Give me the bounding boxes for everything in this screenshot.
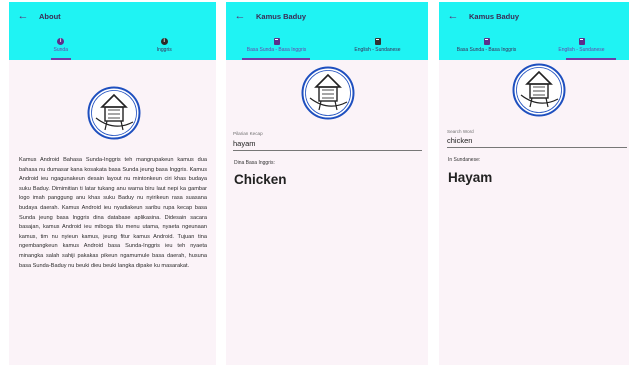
tab-english-sundanese[interactable]: English - Sundanese [327,30,428,60]
tab-label: Sunda [53,46,68,53]
back-arrow-icon[interactable]: ← [11,10,35,22]
back-arrow-icon[interactable]: ← [228,10,252,22]
sunda-english-screen: ← Kamus Baduy Basa Sunda - Basa Inggris … [226,2,428,365]
search-input-label: Search Word [447,129,474,134]
about-screen: ← About i Sunda i Inggris Kamus Android … [9,2,216,365]
tab-english-sundanese[interactable]: English - Sundanese [534,30,629,60]
book-icon [483,37,490,45]
tab-label: English - Sundanese [354,46,401,53]
app-bar-title: Kamus Baduy [469,11,520,21]
app-bar-title: Kamus Baduy [256,11,307,21]
tab-bar: Basa Sunda - Basa Inggris English - Sund… [226,30,428,60]
input-underline [447,147,627,148]
app-bar: ← About i Sunda i Inggris [9,2,216,60]
tab-label: English - Sundanese [558,46,605,53]
kamus-baduy-logo [301,66,355,120]
tab-sunda[interactable]: i Sunda [9,30,113,60]
tab-inggris[interactable]: i Inggris [113,30,217,60]
result-label: Dina Basa Inggris: [234,160,275,166]
search-input[interactable]: hayam [233,139,256,148]
app-bar: ← Kamus Baduy Basa Sunda - Basa Inggris … [439,2,629,60]
about-description: Kamus Android Bahasa Sunda-Inggris teh m… [19,157,207,269]
book-icon [273,37,280,45]
result-value: Hayam [448,170,493,185]
kamus-baduy-logo [512,63,566,117]
book-icon [374,37,381,45]
book-icon [578,37,585,45]
result-label: In Sundanese: [448,157,481,163]
tab-label: Basa Sunda - Basa Inggris [456,46,517,53]
app-bar: ← Kamus Baduy Basa Sunda - Basa Inggris … [226,2,428,60]
kamus-baduy-logo [87,86,141,140]
tab-indicator [566,58,616,60]
search-input[interactable]: chicken [447,136,472,145]
result-value: Chicken [234,172,287,187]
info-icon: i [57,37,65,45]
tab-sunda-inggris[interactable]: Basa Sunda - Basa Inggris [439,30,534,60]
tab-sunda-inggris[interactable]: Basa Sunda - Basa Inggris [226,30,327,60]
tab-label: Inggris [156,46,172,53]
tab-indicator [51,58,71,60]
tab-indicator [242,58,310,60]
app-bar-title: About [39,11,61,21]
tab-bar: Basa Sunda - Basa Inggris English - Sund… [439,30,629,60]
search-input-label: Pilarian Kecap [233,131,263,136]
tab-label: Basa Sunda - Basa Inggris [246,46,307,53]
back-arrow-icon[interactable]: ← [441,10,465,22]
info-icon: i [160,37,168,45]
tab-bar: i Sunda i Inggris [9,30,216,60]
english-sundanese-screen: ← Kamus Baduy Basa Sunda - Basa Inggris … [439,2,629,365]
input-underline [233,150,422,151]
